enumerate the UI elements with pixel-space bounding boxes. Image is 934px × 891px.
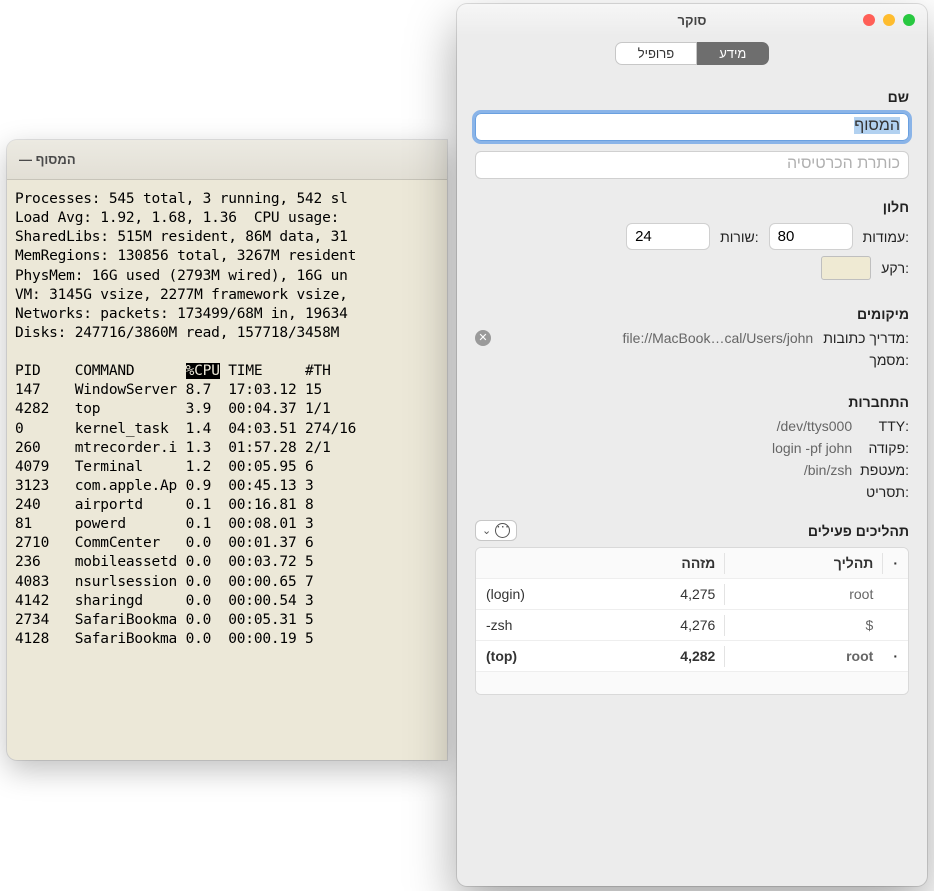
document-label: :מסמך bbox=[869, 352, 909, 368]
col-id[interactable]: מזהה bbox=[476, 548, 725, 579]
addressdir-label: :מדריך כתובות bbox=[823, 330, 909, 346]
rows-label: :שורות bbox=[720, 229, 759, 245]
tab-profile[interactable]: פרופיל bbox=[615, 42, 697, 65]
window-label: חלון bbox=[475, 199, 909, 215]
section-connection: התחברות :TTY /dev/ttys000 :פקודה login -… bbox=[457, 384, 927, 510]
chevron-down-icon: ⌄ bbox=[482, 524, 491, 537]
section-processes: תהליכים פעילים ⌄ bbox=[457, 510, 927, 541]
zoom-icon[interactable] bbox=[903, 14, 915, 26]
name-label: שם bbox=[475, 89, 909, 105]
inspector-titlebar[interactable]: סוקר bbox=[457, 4, 927, 36]
terminal-titlebar[interactable]: המסוף — bbox=[7, 140, 447, 180]
tab-info[interactable]: מידע bbox=[697, 42, 769, 65]
section-window: חלון :עמודות :שורות :רקע bbox=[457, 189, 927, 296]
tab-title-input[interactable]: כותרת הכרטיסיה bbox=[475, 151, 909, 179]
row-process: root bbox=[725, 579, 883, 610]
tty-value: /dev/ttys000 bbox=[475, 418, 852, 434]
process-actions-menu[interactable]: ⌄ bbox=[475, 520, 517, 541]
table-row[interactable]: root(login)4,275 bbox=[476, 579, 908, 610]
terminal-body[interactable]: Processes: 545 total, 3 running, 542 sl … bbox=[7, 180, 447, 659]
shell-value: /bin/zsh bbox=[475, 462, 852, 478]
processes-label: תהליכים פעילים bbox=[808, 523, 909, 539]
background-label: :רקע bbox=[881, 260, 909, 276]
row-id: -zsh4,276 bbox=[476, 610, 725, 641]
terminal-title: המסוף — bbox=[19, 152, 76, 167]
row-bullet bbox=[883, 579, 908, 610]
col-bullet[interactable]: · bbox=[883, 548, 908, 579]
row-id: (login)4,275 bbox=[476, 579, 725, 610]
col-process[interactable]: תהליך bbox=[725, 548, 883, 579]
name-input[interactable]: המסוף bbox=[475, 113, 909, 141]
section-locations: מיקומים :מדריך כתובות file://MacBook…cal… bbox=[457, 296, 927, 384]
row-bullet: · bbox=[883, 641, 908, 672]
script-label: :תסריט bbox=[860, 484, 909, 500]
background-swatch[interactable] bbox=[821, 256, 871, 280]
shell-label: :מעטפת bbox=[860, 462, 909, 478]
ellipsis-icon bbox=[495, 523, 510, 538]
tty-label: :TTY bbox=[860, 418, 909, 434]
rows-input[interactable] bbox=[626, 223, 710, 250]
command-label: :פקודה bbox=[860, 440, 909, 456]
table-row[interactable]: $-zsh4,276 bbox=[476, 610, 908, 641]
minimize-icon[interactable] bbox=[883, 14, 895, 26]
columns-input[interactable] bbox=[769, 223, 853, 250]
locations-label: מיקומים bbox=[475, 306, 909, 322]
terminal-window: המסוף — Processes: 545 total, 3 running,… bbox=[7, 140, 447, 760]
process-table: · תהליך מזהה root(login)4,275$-zsh4,276·… bbox=[475, 547, 909, 695]
tab-title-placeholder: כותרת הכרטיסיה bbox=[787, 155, 900, 172]
inspector-window: סוקר מידע פרופיל שם המסוף כותרת הכרטיסיה… bbox=[457, 4, 927, 886]
connection-label: התחברות bbox=[475, 394, 909, 410]
traffic-lights bbox=[863, 14, 915, 26]
addressdir-value: file://MacBook…cal/Users/john bbox=[501, 330, 813, 346]
row-id: (top)4,282 bbox=[476, 641, 725, 672]
clear-icon[interactable]: ✕ bbox=[475, 330, 491, 346]
name-input-value: המסוף bbox=[854, 117, 900, 134]
close-icon[interactable] bbox=[863, 14, 875, 26]
command-value: login -pf john bbox=[475, 440, 852, 456]
row-process: root bbox=[725, 641, 883, 672]
inspector-title: סוקר bbox=[678, 13, 707, 28]
columns-label: :עמודות bbox=[863, 229, 909, 245]
row-bullet bbox=[883, 610, 908, 641]
table-row[interactable]: ·root(top)4,282 bbox=[476, 641, 908, 672]
section-name: שם המסוף כותרת הכרטיסיה bbox=[457, 79, 927, 189]
row-process: $ bbox=[725, 610, 883, 641]
tab-segmented-control: מידע פרופיל bbox=[615, 42, 770, 65]
